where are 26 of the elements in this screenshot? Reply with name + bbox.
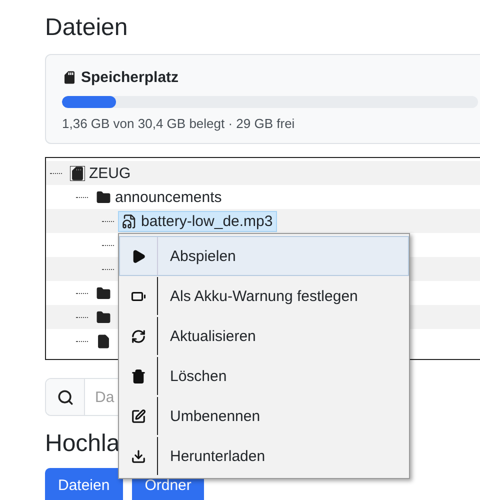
- storage-usage: 1,36 GB von 30,4 GB belegt · 29 GB frei: [62, 116, 296, 131]
- page-title: Dateien: [45, 14, 129, 42]
- menu-item[interactable]: Abspielen: [119, 236, 409, 276]
- menu-item[interactable]: Löschen: [119, 356, 409, 396]
- audio-file-icon: [122, 214, 137, 228]
- upload-button[interactable]: Dateien: [45, 468, 123, 500]
- sd-card-icon: [70, 166, 85, 180]
- menu-item[interactable]: Umbenennen: [119, 396, 409, 436]
- folder-icon: [96, 310, 111, 324]
- tree-item[interactable]: battery-low_de.mp3: [118, 210, 277, 232]
- menu-item[interactable]: Aktualisieren: [119, 316, 409, 356]
- tree-item[interactable]: ZEUG: [66, 162, 135, 184]
- tree-item[interactable]: announcements: [92, 186, 226, 208]
- folder-icon: [96, 190, 111, 204]
- play-icon: [131, 248, 146, 264]
- refresh-icon: [131, 328, 146, 344]
- trash-icon: [131, 368, 146, 384]
- download-icon: [131, 448, 146, 464]
- search-icon: [56, 388, 74, 406]
- storage-title: Speicherplatz: [81, 69, 179, 86]
- section-heading: Hochla: [45, 430, 120, 458]
- sd-card-icon: [62, 70, 77, 85]
- edit-icon: [131, 408, 146, 424]
- folder-icon: [96, 286, 111, 300]
- menu-item[interactable]: Als Akku-Warnung festlegen: [119, 276, 409, 316]
- file-icon: [96, 334, 111, 348]
